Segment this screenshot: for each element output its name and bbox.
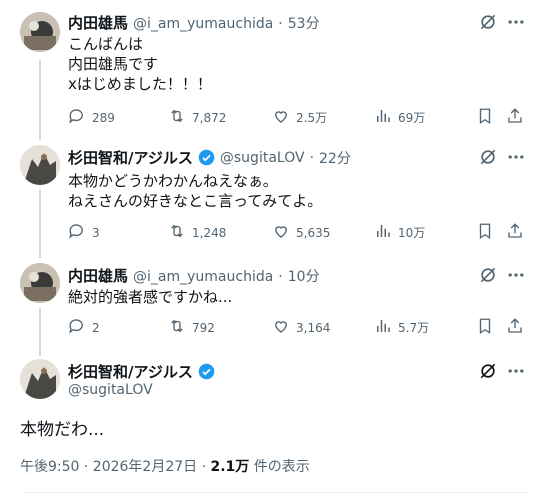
avatar[interactable]: [20, 12, 60, 52]
verified-badge-icon: [198, 363, 215, 380]
views-icon: [374, 222, 392, 243]
share-icon[interactable]: [506, 222, 524, 240]
grok-icon[interactable]: [478, 361, 498, 385]
more-icon[interactable]: [506, 361, 526, 385]
separator: ·: [309, 149, 315, 166]
grok-icon[interactable]: [478, 147, 498, 171]
views-icon: [374, 107, 392, 128]
tweet[interactable]: 内田雄馬 @i_am_yumauchida · 10分 絶対的強者感ですかね..…: [0, 255, 549, 355]
tweet[interactable]: 内田雄馬 @i_am_yumauchida · 53分 こんばんは 内田雄馬です…: [0, 0, 549, 135]
views-count: 69万: [398, 111, 426, 125]
more-icon[interactable]: [506, 12, 526, 36]
like-icon: [272, 317, 290, 338]
tweet[interactable]: 杉田智和/アジルス @sugitaLOV · 22分 本物かどうかわかんねえなぁ…: [0, 135, 549, 255]
bookmark-icon[interactable]: [476, 317, 494, 335]
like-button[interactable]: 2.5万: [272, 107, 327, 128]
avatar[interactable]: [20, 145, 60, 185]
like-count: 5,635: [296, 225, 331, 240]
tweet-time[interactable]: 53分: [288, 13, 320, 33]
reply-count: 2: [92, 320, 100, 335]
views-button[interactable]: 10万: [374, 222, 425, 243]
reply-icon: [68, 222, 86, 243]
reply-icon: [68, 107, 86, 128]
bookmark-icon[interactable]: [476, 107, 494, 125]
retweet-icon: [168, 107, 186, 128]
grok-icon[interactable]: [478, 265, 498, 289]
avatar[interactable]: [20, 359, 60, 399]
separator: ·: [278, 16, 283, 32]
views-count: 10万: [398, 226, 426, 240]
retweet-count: 792: [192, 320, 215, 335]
retweet-icon: [168, 222, 186, 243]
author-handle[interactable]: @sugitaLOV: [220, 150, 305, 166]
separator: ·: [278, 269, 283, 285]
view-count-label: 件の表示: [249, 459, 310, 475]
retweet-count: 7,872: [192, 110, 227, 125]
author-name[interactable]: 内田雄馬: [68, 12, 128, 33]
views-button[interactable]: 5.7万: [374, 317, 429, 338]
like-button[interactable]: 3,164: [272, 317, 330, 338]
share-icon[interactable]: [506, 317, 524, 335]
retweet-button[interactable]: 7,872: [168, 107, 226, 128]
like-icon: [272, 222, 290, 243]
view-count: 2.1万: [210, 459, 250, 475]
verified-badge-icon: [198, 149, 215, 166]
tweet-time[interactable]: 10分: [288, 266, 320, 286]
reply-count: 289: [92, 110, 115, 125]
reply-button[interactable]: 3: [68, 222, 100, 243]
author-name[interactable]: 内田雄馬: [68, 265, 128, 286]
author-handle[interactable]: @i_am_yumauchida: [133, 269, 273, 285]
share-icon[interactable]: [506, 107, 524, 125]
grok-icon[interactable]: [478, 12, 498, 36]
more-icon[interactable]: [506, 265, 526, 289]
like-button[interactable]: 5,635: [272, 222, 330, 243]
views-icon: [374, 317, 392, 338]
author-name[interactable]: 杉田智和/アジルス: [68, 361, 193, 382]
bookmark-icon[interactable]: [476, 222, 494, 240]
reply-count: 3: [92, 225, 100, 240]
retweet-count: 1,248: [192, 225, 227, 240]
retweet-button[interactable]: 792: [168, 317, 215, 338]
timestamp[interactable]: 午後9:50 · 2026年2月27日 ·: [20, 459, 211, 475]
like-count: 3,164: [296, 320, 331, 335]
like-count: 2.5万: [296, 111, 328, 125]
tweet-text: こんばんは 内田雄馬です xはじめました！！！: [68, 35, 212, 93]
tweet-text: 絶対的強者感ですかね...: [68, 288, 233, 306]
reply-icon: [68, 317, 86, 338]
reply-button[interactable]: 2: [68, 317, 100, 338]
divider: [20, 492, 529, 493]
main-tweet: 杉田智和/アジルス @sugitaLOV 本物だわ... 午後9:50 · 20…: [0, 355, 549, 500]
reply-button[interactable]: 289: [68, 107, 115, 128]
views-button[interactable]: 69万: [374, 107, 425, 128]
author-handle[interactable]: @i_am_yumauchida: [133, 16, 273, 32]
avatar[interactable]: [20, 263, 60, 303]
main-tweet-text: 本物だわ...: [20, 420, 105, 440]
tweet-time[interactable]: 22分: [319, 148, 351, 168]
more-icon[interactable]: [506, 147, 526, 171]
retweet-icon: [168, 317, 186, 338]
views-count: 5.7万: [398, 321, 430, 335]
author-handle[interactable]: @sugitaLOV: [68, 382, 153, 398]
tweet-text: 本物かどうかわかんねえなぁ。 ねえさんの好きなとこ言ってみてよ。: [68, 172, 323, 210]
retweet-button[interactable]: 1,248: [168, 222, 226, 243]
like-icon: [272, 107, 290, 128]
author-name[interactable]: 杉田智和/アジルス: [68, 147, 193, 168]
